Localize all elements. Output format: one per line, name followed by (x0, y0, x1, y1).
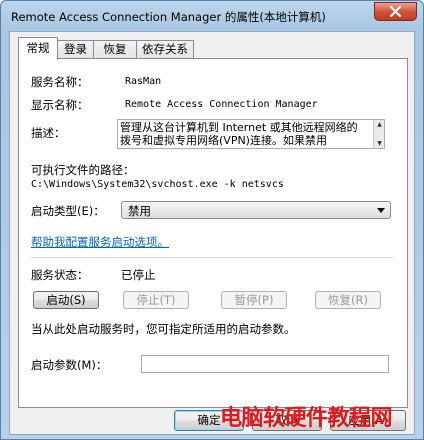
stop-button[interactable]: 停止(T) (123, 291, 189, 309)
resume-button[interactable]: 恢复(R) (315, 291, 381, 309)
description-label: 描述： (31, 126, 66, 140)
startup-type-select[interactable]: 禁用 (121, 201, 391, 219)
service-status-value: 已停止 (121, 268, 156, 282)
description-scrollbar[interactable]: ▲ ▼ (373, 120, 384, 148)
chevron-down-icon (377, 208, 385, 213)
close-icon (389, 6, 402, 17)
display-name-label: 显示名称： (31, 98, 89, 112)
startup-type-label: 启动类型(E)： (31, 204, 105, 218)
tab-general[interactable]: 常规 (18, 37, 58, 60)
properties-window: Remote Access Connection Manager 的属性(本地计… (0, 0, 424, 440)
title-bar[interactable]: Remote Access Connection Manager 的属性(本地计… (1, 1, 423, 31)
service-name-label: 服务名称： (31, 75, 89, 89)
service-name-value: RasMan (125, 76, 162, 87)
general-tab-panel: 服务名称： RasMan 显示名称： Remote Access Connect… (18, 58, 408, 408)
start-button[interactable]: 启动(S) (33, 291, 99, 309)
display-name-value: Remote Access Connection Manager (125, 99, 318, 110)
start-params-hint: 当从此处启动服务时，您可指定所适用的启动参数。 (31, 322, 296, 336)
scroll-down-arrow-icon[interactable]: ▼ (376, 140, 383, 147)
tab-dependencies[interactable]: 依存关系 (136, 40, 194, 59)
help-configure-startup-link[interactable]: 帮助我配置服务启动选项。 (31, 234, 169, 250)
exe-path-label: 可执行文件的路径： (31, 163, 135, 177)
description-text: 管理从这台计算机到 Internet 或其他远程网络的拨号和虚拟专用网络(VPN… (120, 121, 358, 147)
tab-recovery[interactable]: 恢复 (93, 40, 137, 59)
description-box[interactable]: 管理从这台计算机到 Internet 或其他远程网络的拨号和虚拟专用网络(VPN… (117, 119, 385, 149)
close-button[interactable] (374, 2, 417, 21)
exe-path-value: C:\Windows\System32\svchost.exe -k netsv… (31, 179, 284, 190)
startup-type-value: 禁用 (128, 204, 151, 218)
watermark-text: 电脑软硬件教程网 (220, 406, 393, 431)
start-params-label: 启动参数(M)： (31, 358, 108, 372)
start-params-input[interactable] (141, 355, 389, 373)
window-title: Remote Access Connection Manager 的属性(本地计… (11, 10, 326, 24)
pause-button[interactable]: 暂停(P) (221, 291, 287, 309)
service-status-label: 服务状态： (31, 268, 89, 282)
separator (31, 257, 393, 258)
tab-logon[interactable]: 登录 (57, 40, 94, 59)
dialog-client-area: 常规 登录 恢复 依存关系 服务名称： RasMan 显示名称： Remote … (9, 31, 415, 435)
scroll-up-arrow-icon[interactable]: ▲ (376, 121, 383, 128)
